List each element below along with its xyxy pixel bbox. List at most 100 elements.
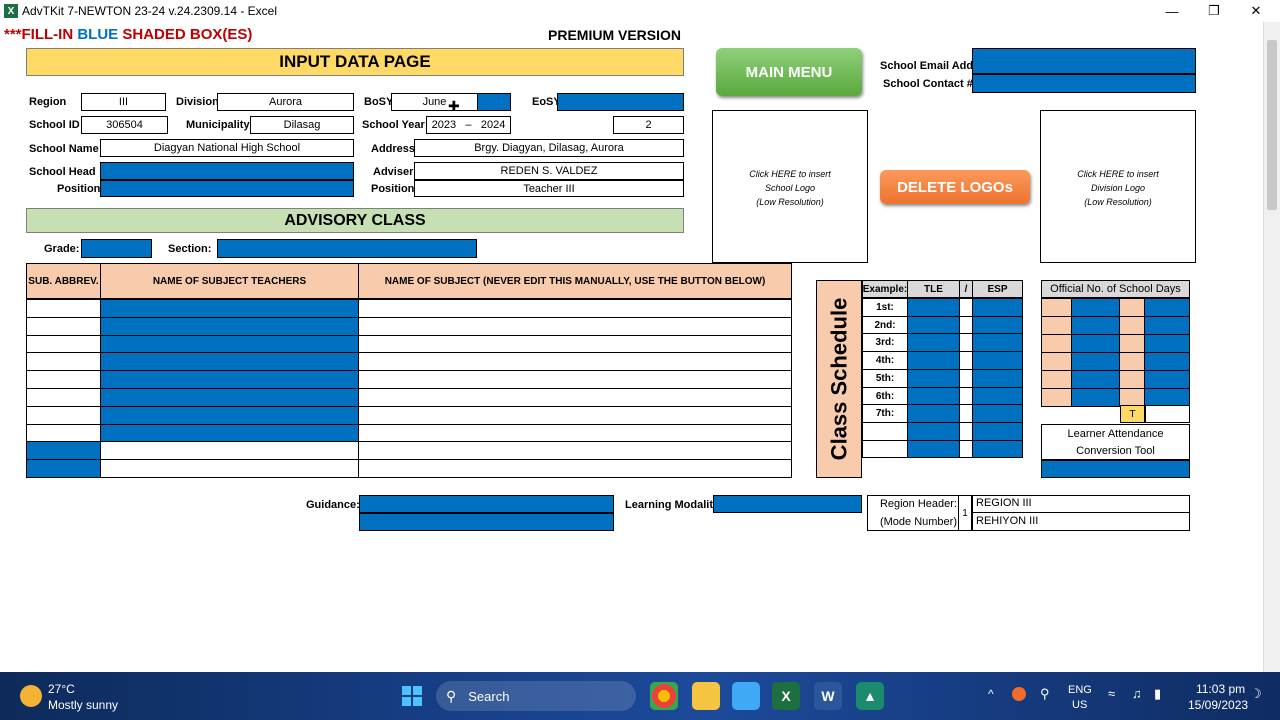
address-field[interactable]: Brgy. Diagyan, Dilasag, Aurora xyxy=(414,139,684,157)
schedule-esp-cell[interactable] xyxy=(972,316,1023,334)
school-days-count-cell[interactable] xyxy=(1144,298,1190,317)
schedule-esp-cell[interactable] xyxy=(972,351,1023,370)
school-days-count-cell[interactable] xyxy=(1144,352,1190,371)
subject-name-cell[interactable] xyxy=(358,459,792,478)
restore-icon[interactable]: ❐ xyxy=(1194,0,1234,22)
wifi-icon[interactable]: ≈ xyxy=(1108,686,1115,701)
subject-name-cell[interactable] xyxy=(358,352,792,371)
subject-teacher-cell[interactable] xyxy=(100,335,359,353)
schedule-tle-cell[interactable] xyxy=(907,351,960,370)
division-field[interactable]: Aurora xyxy=(217,93,354,111)
mode-number-field[interactable]: 1 xyxy=(958,495,972,531)
chevron-up-icon[interactable]: ^ xyxy=(988,687,994,701)
schedule-tle-cell[interactable] xyxy=(907,369,960,388)
sub-abbrev-cell[interactable] xyxy=(26,317,101,336)
bosy-blue-field[interactable] xyxy=(477,93,511,111)
weather-sun-icon[interactable] xyxy=(20,685,42,707)
schedule-tle-cell[interactable] xyxy=(907,298,960,317)
subject-teacher-cell[interactable] xyxy=(100,406,359,425)
school-days-count-cell[interactable] xyxy=(1071,334,1120,353)
worksheet[interactable]: ***FILL-IN BLUE SHADED BOX(ES) PREMIUM V… xyxy=(0,22,1263,672)
sub-abbrev-cell[interactable] xyxy=(26,370,101,389)
subject-teacher-cell[interactable] xyxy=(100,424,359,442)
section-field[interactable] xyxy=(217,239,477,258)
clock-date[interactable]: 15/09/2023 xyxy=(1188,698,1248,712)
sub-abbrev-cell[interactable] xyxy=(26,441,101,460)
school-days-month-cell[interactable] xyxy=(1041,352,1072,371)
schedule-sep-cell[interactable] xyxy=(959,333,973,352)
region-fil-field[interactable]: REHIYON III xyxy=(972,513,1190,531)
sub-abbrev-cell[interactable] xyxy=(26,424,101,442)
subject-teacher-cell[interactable] xyxy=(100,459,359,478)
school-days-count-cell[interactable] xyxy=(1144,370,1190,389)
delete-logos-button[interactable]: DELETE LOGOs xyxy=(880,170,1030,204)
sub-abbrev-cell[interactable] xyxy=(26,406,101,425)
subject-name-cell[interactable] xyxy=(358,370,792,389)
subject-name-cell[interactable] xyxy=(358,299,792,318)
region-field[interactable]: III xyxy=(81,93,166,111)
schedule-tle-cell[interactable] xyxy=(907,387,960,405)
chrome-icon[interactable] xyxy=(650,682,678,710)
schedule-sep-cell[interactable] xyxy=(959,387,973,405)
division-logo-placeholder[interactable]: Click HERE to insert Division Logo (Low … xyxy=(1040,110,1196,263)
subject-teacher-cell[interactable] xyxy=(100,388,359,407)
school-days-month-cell[interactable] xyxy=(1041,334,1072,353)
adviser-field[interactable]: REDEN S. VALDEZ xyxy=(414,162,684,180)
school-days-count-cell[interactable] xyxy=(1071,298,1120,317)
subject-teacher-cell[interactable] xyxy=(100,370,359,389)
schedule-sep-cell[interactable] xyxy=(959,422,973,441)
schedule-sep-cell[interactable] xyxy=(959,351,973,370)
school-days-count-cell[interactable] xyxy=(1071,388,1120,407)
file-explorer-icon[interactable] xyxy=(692,682,720,710)
subject-name-cell[interactable] xyxy=(358,441,792,460)
battery-icon[interactable]: ▮ xyxy=(1154,686,1161,702)
subject-teacher-cell[interactable] xyxy=(100,441,359,460)
notepad-icon[interactable] xyxy=(732,682,760,710)
email-field[interactable] xyxy=(972,48,1196,74)
vertical-scrollbar[interactable] xyxy=(1263,22,1280,672)
schedule-esp-cell[interactable] xyxy=(972,387,1023,405)
municipality-field[interactable]: Dilasag xyxy=(250,116,354,134)
school-days-count-cell[interactable] xyxy=(1144,334,1190,353)
attendance-tool-box[interactable]: Learner Attendance Conversion Tool xyxy=(1041,424,1190,460)
schedule-sep-cell[interactable] xyxy=(959,440,973,458)
weather-temp[interactable]: 27°C xyxy=(48,682,75,696)
schedule-tle-cell[interactable] xyxy=(907,333,960,352)
minimize-icon[interactable]: — xyxy=(1152,0,1192,22)
taskbar-search[interactable]: ⚲ Search xyxy=(436,681,636,711)
schedule-esp-cell[interactable] xyxy=(972,333,1023,352)
language-eng[interactable]: ENG xyxy=(1068,684,1092,696)
word-taskbar-icon[interactable]: W xyxy=(814,682,842,710)
school-days-count-cell[interactable] xyxy=(1071,370,1120,389)
schoolhead-field[interactable] xyxy=(100,162,354,180)
subject-name-cell[interactable] xyxy=(358,388,792,407)
sub-abbrev-cell[interactable] xyxy=(26,459,101,478)
subject-teacher-cell[interactable] xyxy=(100,299,359,318)
school-days-count-cell[interactable] xyxy=(1071,316,1120,335)
guidance-field-2[interactable] xyxy=(359,513,614,531)
subject-teacher-cell[interactable] xyxy=(100,352,359,371)
school-days-month-cell[interactable] xyxy=(1119,316,1145,335)
schedule-esp-cell[interactable] xyxy=(972,369,1023,388)
scrollbar-thumb[interactable] xyxy=(1267,40,1277,210)
adviser-position-field[interactable]: Teacher III xyxy=(414,180,684,197)
schedule-sep-cell[interactable] xyxy=(959,404,973,423)
subject-name-cell[interactable] xyxy=(358,317,792,336)
main-menu-button[interactable]: MAIN MENU xyxy=(716,48,862,96)
schedule-esp-cell[interactable] xyxy=(972,298,1023,317)
tray-app-icon[interactable] xyxy=(1012,687,1026,701)
guidance-field-1[interactable] xyxy=(359,495,614,513)
region-en-field[interactable]: REGION III xyxy=(972,495,1190,513)
schedule-tle-cell[interactable] xyxy=(907,440,960,458)
microphone-icon[interactable]: ⚲ xyxy=(1040,686,1050,702)
schedule-sep-cell[interactable] xyxy=(959,316,973,334)
school-days-count-cell[interactable] xyxy=(1071,352,1120,371)
sub-abbrev-cell[interactable] xyxy=(26,299,101,318)
schedule-tle-cell[interactable] xyxy=(907,422,960,441)
volume-icon[interactable]: ♫ xyxy=(1132,686,1142,701)
attendance-tool-field[interactable] xyxy=(1041,460,1190,478)
schedule-tle-cell[interactable] xyxy=(907,316,960,334)
schedule-esp-cell[interactable] xyxy=(972,422,1023,441)
bosy-field[interactable]: June xyxy=(391,93,478,111)
school-days-count-cell[interactable] xyxy=(1144,316,1190,335)
